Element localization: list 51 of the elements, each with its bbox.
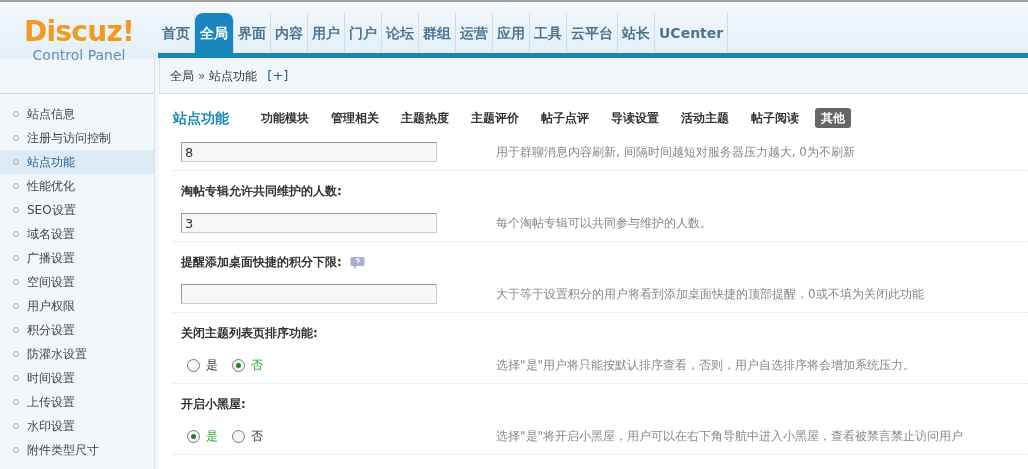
- radio-button[interactable]: [232, 429, 245, 443]
- breadcrumb-current: 站点功能: [209, 67, 258, 85]
- sidebar-item[interactable]: 性能优化: [0, 174, 154, 198]
- settings-tab[interactable]: 活动主题: [675, 108, 735, 128]
- sidebar-item[interactable]: 注册与访问控制: [0, 126, 154, 150]
- settings-tab[interactable]: 功能模块: [255, 108, 315, 128]
- help-icon[interactable]: [349, 255, 365, 269]
- settings-tab[interactable]: 主题热度: [395, 108, 455, 128]
- settings-tab[interactable]: 管理相关: [325, 108, 385, 128]
- logo: Discuz!: [23, 18, 135, 46]
- setting-description: 大于等于设置积分的用户将看到添加桌面快捷的顶部提醒，0或不填为关闭此功能: [496, 286, 924, 303]
- setting-title: 关闭主题列表页排序功能:: [181, 325, 318, 342]
- sidebar-item[interactable]: 域名设置: [0, 222, 154, 246]
- sidebar-item[interactable]: 站点信息: [0, 102, 154, 126]
- sidebar-item[interactable]: 附件类型尺寸: [0, 438, 154, 462]
- sidebar-item[interactable]: 积分设置: [0, 318, 154, 342]
- setting-description: 每个淘帖专辑可以共同参与维护的人数。: [496, 215, 712, 232]
- page-title: 站点功能: [173, 108, 229, 128]
- sidebar-item[interactable]: 空间设置: [0, 270, 154, 294]
- add-shortcut-link[interactable]: [+]: [267, 65, 289, 86]
- setting-title: 开启小黑屋:: [181, 396, 246, 413]
- radio-option[interactable]: 是: [187, 356, 218, 374]
- nav-tab[interactable]: 全局: [195, 13, 234, 53]
- sidebar-item[interactable]: SEO设置: [0, 198, 154, 222]
- sidebar-item[interactable]: 上传设置: [0, 390, 154, 414]
- settings-tab[interactable]: 其他: [815, 108, 851, 128]
- sidebar-item[interactable]: 站点功能: [0, 150, 154, 174]
- logo-subtitle: Control Panel: [32, 46, 126, 64]
- settings-tab[interactable]: 帖子点评: [535, 108, 595, 128]
- setting-title: 淘帖专辑允许共同维护的人数:: [181, 183, 342, 200]
- radio-option[interactable]: 否: [232, 427, 263, 445]
- sidebar-item[interactable]: 用户权限: [0, 294, 154, 318]
- setting-title: 提醒添加桌面快捷的积分下限:: [181, 254, 342, 271]
- radio-button[interactable]: [187, 358, 200, 372]
- sidebar-item[interactable]: 广播设置: [0, 246, 154, 270]
- input-field[interactable]: 3: [181, 213, 437, 233]
- settings-tab[interactable]: 主题评价: [465, 108, 525, 128]
- sidebar-item[interactable]: 时间设置: [0, 366, 154, 390]
- setting-description: 选择"是"将开启小黑屋，用户可以在右下角导航中进入小黑屋，查看被禁言禁止访问用户: [496, 428, 964, 445]
- radio-button[interactable]: [187, 429, 200, 443]
- breadcrumb-link[interactable]: 全局: [170, 66, 194, 85]
- input-field[interactable]: 8: [181, 142, 437, 162]
- sidebar-item[interactable]: 水印设置: [0, 414, 154, 438]
- radio-button[interactable]: [232, 358, 245, 372]
- settings-tab[interactable]: 导读设置: [605, 108, 665, 128]
- breadcrumb-separator: »: [198, 67, 206, 85]
- sidebar-item[interactable]: 防灌水设置: [0, 342, 154, 366]
- setting-description: 用于群聊消息内容刷新, 间隔时间越短对服务器压力越大, 0为不刷新: [496, 144, 855, 161]
- setting-description: 选择"是"用户将只能按默认排序查看，否则，用户自选排序将会增加系统压力。: [496, 357, 916, 374]
- settings-tab[interactable]: 帖子阅读: [745, 108, 805, 128]
- input-field[interactable]: [181, 284, 437, 304]
